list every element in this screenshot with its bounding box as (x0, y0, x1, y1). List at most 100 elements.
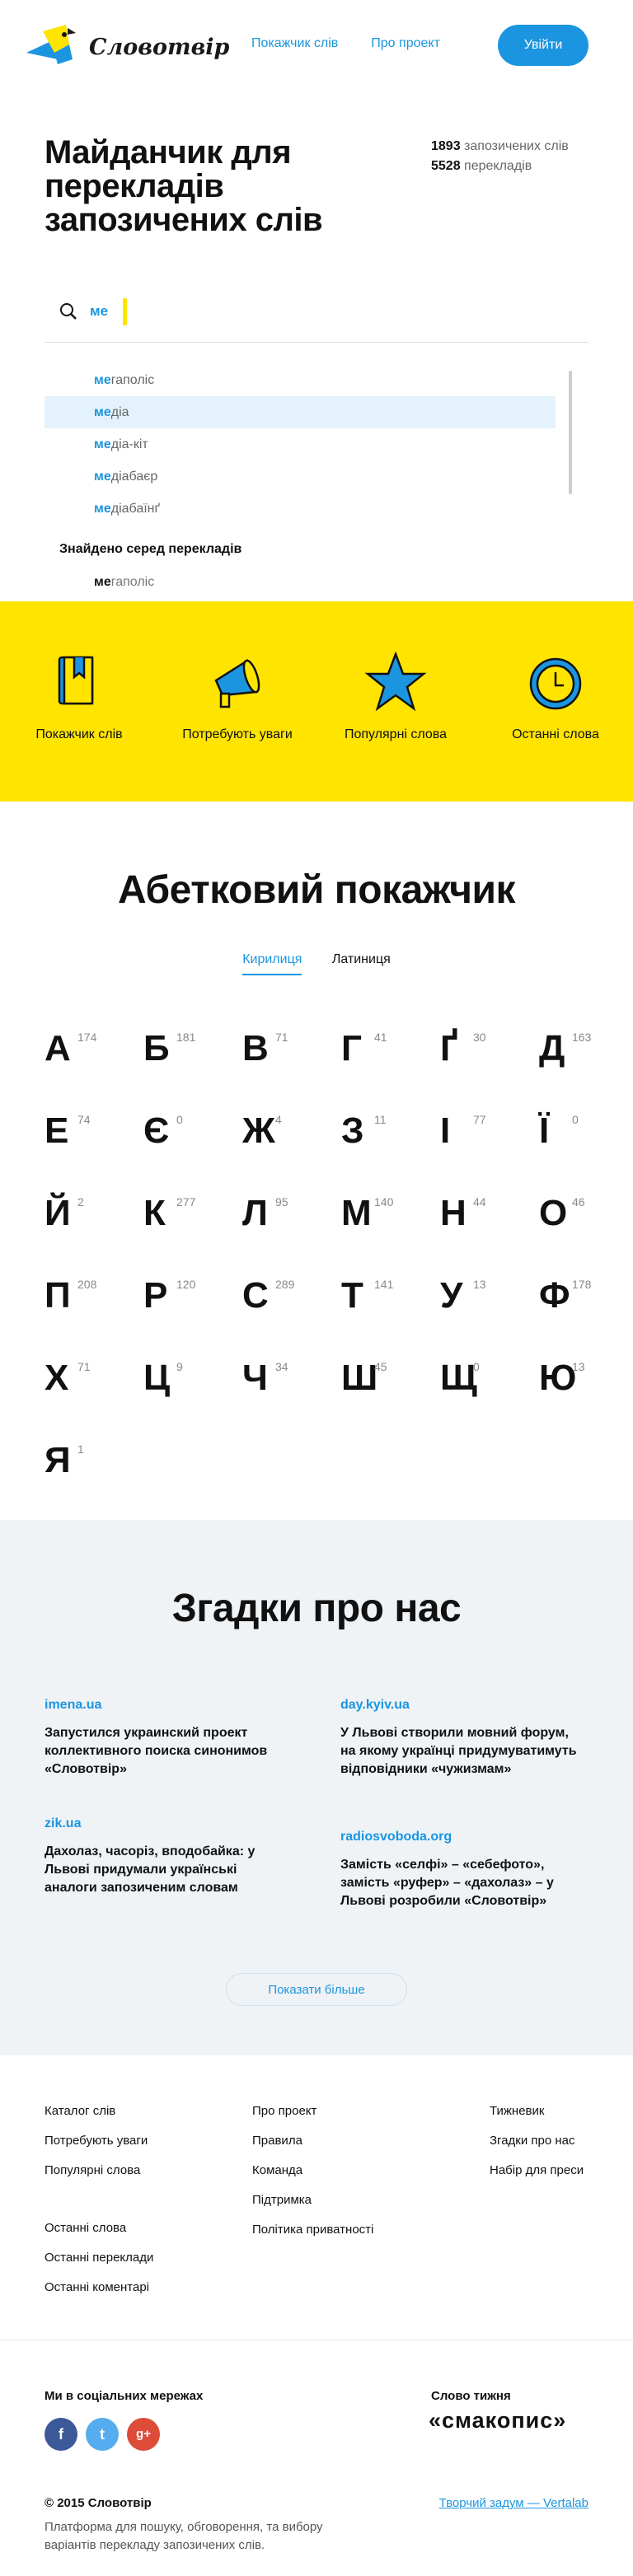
suggestion-item[interactable]: медіабаїнґ (45, 493, 556, 525)
letter-link[interactable]: Ц9 (143, 1355, 234, 1405)
footer-link[interactable]: Останні коментарі (45, 2273, 153, 2303)
letter-link[interactable]: Ґ 30 (440, 1026, 531, 1075)
letter-link[interactable]: О 46 (539, 1190, 630, 1240)
mention-item[interactable]: zik.ua Дахолаз, часоріз, вподобайка: у Л… (45, 1816, 284, 1897)
letter-link[interactable]: З 11 (341, 1108, 432, 1157)
footer-link[interactable]: Згадки про нас (490, 2126, 584, 2156)
letter-count: 71 (275, 1031, 288, 1044)
letter-link[interactable]: Ш 45 (341, 1355, 432, 1405)
letter-link[interactable]: Й2 (45, 1190, 135, 1240)
word-of-week[interactable]: «смакопис» (429, 2408, 566, 2433)
letter-count: 181 (176, 1031, 196, 1044)
search-input[interactable] (90, 299, 502, 324)
footer-link[interactable]: Правила (252, 2126, 373, 2156)
search-icon[interactable] (59, 302, 77, 320)
bird-logo-icon (26, 25, 76, 64)
letter-count: 289 (275, 1278, 295, 1291)
letter-link[interactable]: Д 163 (539, 1026, 630, 1075)
footer-link[interactable]: Потребують уваги (45, 2126, 148, 2156)
tab-latin[interactable]: Латиниця (332, 952, 391, 974)
letter-link[interactable]: У 13 (440, 1273, 531, 1322)
logo[interactable]: Словотвір (25, 23, 229, 69)
letter-link[interactable]: Ж4 (242, 1108, 333, 1157)
letter-count: 141 (374, 1278, 394, 1291)
footer-link[interactable]: Каталог слів (45, 2097, 148, 2126)
feature-attention[interactable]: Потребують уваги (180, 649, 295, 743)
footer-link[interactable]: Останні переклади (45, 2243, 153, 2273)
suggestion-item[interactable]: медіабаєр (45, 461, 556, 493)
show-more-button[interactable]: Показати більше (226, 1973, 407, 2006)
letter: Л (242, 1193, 268, 1233)
mention-source[interactable]: radiosvoboda.org (340, 1830, 579, 1844)
mention-item[interactable]: radiosvoboda.org Замість «селфі» – «себе… (340, 1830, 579, 1910)
letter-link[interactable]: Л 95 (242, 1190, 333, 1240)
googleplus-icon[interactable]: g+ (127, 2418, 160, 2451)
letter-link[interactable]: С 289 (242, 1273, 333, 1322)
letter-link[interactable]: П 208 (45, 1273, 135, 1322)
feature-popular[interactable]: Популярні слова (338, 649, 453, 743)
letter-link[interactable]: Г 41 (341, 1026, 432, 1075)
footer-link[interactable]: Про проект (252, 2097, 373, 2126)
footer-link[interactable]: Останні слова (45, 2214, 153, 2243)
footer-col: Про проект Правила Команда Підтримка Пол… (252, 2097, 373, 2245)
hero: Майданчик для перекладів запозичених слі… (0, 91, 633, 305)
letter-link[interactable]: Х 71 (45, 1355, 135, 1405)
footer-link[interactable]: Підтримка (252, 2186, 373, 2215)
letter: Ж (242, 1110, 275, 1151)
letter-count: 44 (473, 1195, 486, 1209)
facebook-icon[interactable]: f (45, 2418, 77, 2451)
footer-link[interactable]: Популярні слова (45, 2156, 148, 2186)
star-icon (364, 651, 427, 712)
letter: Ш (341, 1358, 378, 1398)
letter-count: 9 (176, 1360, 183, 1373)
nav-word-index[interactable]: Покажчик слів (251, 36, 338, 51)
nav-about[interactable]: Про проект (371, 36, 440, 51)
letter-link[interactable]: К 277 (143, 1190, 234, 1240)
mention-text: У Львові створили мовний форум, на якому… (340, 1726, 577, 1776)
twitter-icon[interactable]: t (86, 2418, 119, 2451)
letter-link[interactable]: Ф 178 (539, 1273, 630, 1322)
letter-link[interactable]: В 71 (242, 1026, 333, 1075)
stat-label: перекладів (464, 159, 532, 173)
feature-recent[interactable]: Останні слова (498, 649, 613, 743)
letter: Х (45, 1358, 69, 1398)
site-footer: Каталог слів Потребують уваги Популярні … (0, 2055, 633, 2576)
suggestion-item[interactable]: медіа-кіт (45, 428, 556, 461)
suggestion-item[interactable]: медіа (45, 396, 556, 428)
letter-link[interactable]: Я1 (45, 1438, 135, 1487)
letter: Б (143, 1028, 170, 1068)
letter: Ї (539, 1110, 550, 1151)
letter-link[interactable]: А 174 (45, 1026, 135, 1075)
letter-link[interactable]: Т 141 (341, 1273, 432, 1322)
found-item[interactable]: мегаполіс (94, 575, 154, 590)
letter-link[interactable]: Ч 34 (242, 1355, 333, 1405)
footer-link[interactable]: Команда (252, 2156, 373, 2186)
mention-item[interactable]: imena.ua Запустился украинский проект ко… (45, 1698, 284, 1779)
letter-link[interactable]: Е 74 (45, 1108, 135, 1157)
mention-source[interactable]: zik.ua (45, 1816, 284, 1831)
letter-link[interactable]: І 77 (440, 1108, 531, 1157)
letter-link[interactable]: Ю 13 (539, 1355, 630, 1405)
footer-link[interactable]: Набір для преси (490, 2156, 584, 2186)
letter-count: 4 (275, 1113, 282, 1126)
login-button[interactable]: Увійти (498, 25, 588, 66)
letter-link[interactable]: Б 181 (143, 1026, 234, 1075)
credit-link[interactable]: Творчий задум — Vertalab (439, 2496, 588, 2510)
mention-item[interactable]: day.kyiv.ua У Львові створили мовний фор… (340, 1698, 579, 1779)
tab-cyrillic[interactable]: Кирилиця (242, 952, 302, 975)
mention-source[interactable]: day.kyiv.ua (340, 1698, 579, 1713)
footer-link[interactable]: Тижневик (490, 2097, 584, 2126)
letter-link[interactable]: Н 44 (440, 1190, 531, 1240)
mention-source[interactable]: imena.ua (45, 1698, 284, 1713)
suggestions-scrollbar[interactable] (569, 371, 572, 494)
footer-link[interactable]: Політика приватності (252, 2215, 373, 2245)
feature-word-index[interactable]: Покажчик слів (21, 649, 137, 743)
letter-link[interactable]: Є0 (143, 1108, 234, 1157)
search-bar (45, 278, 588, 343)
letter-link[interactable]: Щ0 (440, 1355, 531, 1405)
suggestion-item[interactable]: мегаполіс (45, 364, 556, 396)
letter-link[interactable]: Р 120 (143, 1273, 234, 1322)
letter-link[interactable]: М 140 (341, 1190, 432, 1240)
letter-link[interactable]: Ї0 (539, 1108, 630, 1157)
copyright: © 2015 Словотвір (45, 2496, 152, 2510)
